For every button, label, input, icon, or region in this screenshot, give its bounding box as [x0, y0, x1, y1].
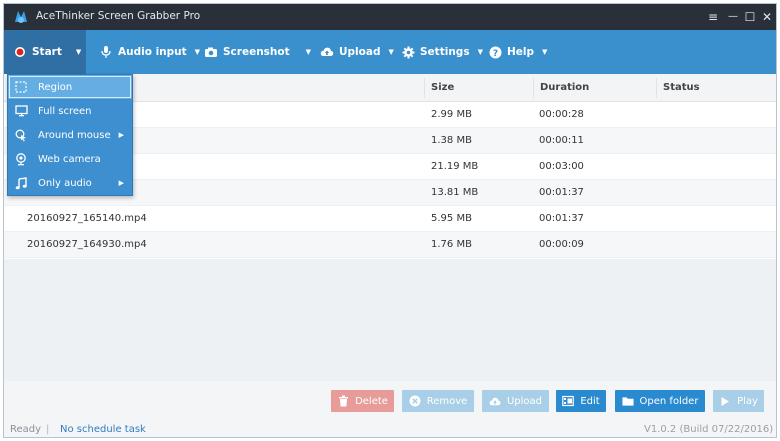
remove-circle-icon [409, 395, 421, 407]
help-label: Help [507, 46, 535, 58]
file-name-cell: 20160927_164930.mp4 [27, 239, 147, 250]
maximize-button[interactable]: ☐ [741, 8, 759, 26]
column-divider [656, 78, 657, 98]
audio-input-label: Audio input [118, 46, 187, 58]
file-size-cell: 2.99 MB [431, 109, 472, 120]
file-size-cell: 21.19 MB [431, 161, 479, 172]
play-label: Play [737, 395, 758, 407]
schedule-task-link[interactable]: No schedule task [60, 424, 146, 435]
monitor-icon [14, 104, 28, 118]
file-size-cell: 5.95 MB [431, 213, 472, 224]
table-row[interactable]: 20160927_164930.mp4 1.76 MB 00:00:09 [4, 232, 776, 258]
menu-item-label: Only audio [38, 177, 92, 189]
title-bar: AceThinker Screen Grabber Pro ≡ — ☐ ✕ [4, 4, 776, 30]
menu-item-full-screen[interactable]: Full screen [8, 99, 132, 123]
column-header-duration[interactable]: Duration [540, 82, 589, 93]
close-button[interactable]: ✕ [758, 8, 776, 26]
minimize-button[interactable]: — [724, 8, 742, 26]
duration-cell: 00:01:37 [539, 187, 584, 198]
svg-text:?: ? [492, 49, 497, 59]
status-separator: | [46, 424, 50, 435]
chevron-down-icon: ▼ [542, 48, 548, 56]
settings-label: Settings [420, 46, 470, 58]
column-divider [424, 78, 425, 98]
column-header-size[interactable]: Size [431, 82, 454, 93]
file-size-cell: 1.38 MB [431, 135, 472, 146]
upload-menu-button[interactable]: Upload ▼ [320, 30, 394, 74]
play-icon [719, 395, 731, 407]
duration-cell: 00:01:37 [539, 213, 584, 224]
submenu-arrow-icon: ▶ [118, 179, 124, 187]
open-folder-button[interactable]: Open folder [615, 390, 705, 412]
chevron-down-icon: ▼ [194, 48, 201, 56]
remove-label: Remove [426, 395, 468, 407]
screenshot-label: Screenshot [223, 46, 290, 58]
edit-video-icon [562, 395, 575, 407]
menu-item-only-audio[interactable]: Only audio ▶ [8, 171, 132, 195]
empty-list-area [4, 259, 776, 381]
upload-label: Upload [506, 395, 543, 407]
delete-label: Delete [355, 395, 388, 407]
folder-icon [621, 395, 634, 407]
delete-button[interactable]: Delete [331, 390, 394, 412]
submenu-arrow-icon: ▶ [118, 131, 124, 139]
play-button[interactable]: Play [713, 390, 764, 412]
camera-icon [204, 45, 218, 59]
version-label: V1.0.2 (Build 07/22/2016) [644, 424, 774, 435]
edit-button[interactable]: Edit [556, 390, 606, 412]
app-logo-icon [12, 8, 30, 26]
region-icon [14, 80, 28, 94]
file-name-cell: 20160927_165140.mp4 [27, 213, 147, 224]
file-size-cell: 13.81 MB [431, 187, 479, 198]
window-title: AceThinker Screen Grabber Pro [36, 10, 201, 22]
bottom-bar: Delete Remove Upload Edit Open folder Pl… [4, 381, 776, 437]
menu-item-web-camera[interactable]: Web camera [8, 147, 132, 171]
microphone-icon [99, 45, 113, 59]
help-button[interactable]: ? Help ▼ [488, 30, 547, 74]
trash-icon [337, 395, 349, 407]
table-row[interactable]: 20160927_165140.mp4 5.95 MB 00:01:37 [4, 206, 776, 232]
webcam-icon [14, 152, 28, 166]
cloud-upload-icon [320, 45, 334, 59]
help-icon: ? [488, 45, 502, 59]
screenshot-button[interactable]: Screenshot ▼ [204, 30, 311, 74]
start-dropdown-menu: Region Full screen Around mouse ▶ Web ca… [7, 74, 133, 196]
menu-item-region[interactable]: Region [8, 75, 132, 99]
chevron-down-icon: ▼ [75, 48, 82, 56]
column-header-status[interactable]: Status [663, 82, 700, 93]
audio-input-button[interactable]: Audio input ▼ [99, 30, 200, 74]
column-divider [533, 78, 534, 98]
chevron-down-icon: ▼ [305, 48, 312, 56]
menu-icon[interactable]: ≡ [704, 8, 722, 26]
settings-button[interactable]: Settings ▼ [401, 30, 483, 74]
status-ready: Ready [10, 424, 42, 435]
chevron-down-icon: ▼ [477, 48, 483, 56]
menu-item-around-mouse[interactable]: Around mouse ▶ [8, 123, 132, 147]
edit-label: Edit [580, 395, 600, 407]
duration-cell: 00:00:09 [539, 239, 584, 250]
mouse-icon [14, 128, 28, 142]
file-size-cell: 1.76 MB [431, 239, 472, 250]
start-label: Start [32, 46, 62, 58]
chevron-down-icon: ▼ [388, 48, 394, 56]
cloud-upload-icon [489, 395, 501, 407]
upload-button[interactable]: Upload [482, 390, 549, 412]
remove-button[interactable]: Remove [402, 390, 474, 412]
music-note-icon [14, 176, 28, 190]
record-icon [13, 45, 27, 59]
app-window: AceThinker Screen Grabber Pro ≡ — ☐ ✕ St… [3, 3, 777, 438]
duration-cell: 00:03:00 [539, 161, 584, 172]
duration-cell: 00:00:11 [539, 135, 584, 146]
menu-item-label: Around mouse [38, 129, 111, 141]
gear-icon [401, 45, 415, 59]
main-toolbar: Start ▼ Audio input ▼ Screenshot ▼ Uploa… [4, 30, 776, 74]
upload-menu-label: Upload [339, 46, 381, 58]
start-menu-button[interactable]: Start ▼ [4, 30, 86, 74]
menu-item-label: Region [38, 81, 73, 93]
menu-item-label: Web camera [38, 153, 101, 165]
duration-cell: 00:00:28 [539, 109, 584, 120]
menu-item-label: Full screen [38, 105, 92, 117]
open-folder-label: Open folder [639, 395, 699, 407]
